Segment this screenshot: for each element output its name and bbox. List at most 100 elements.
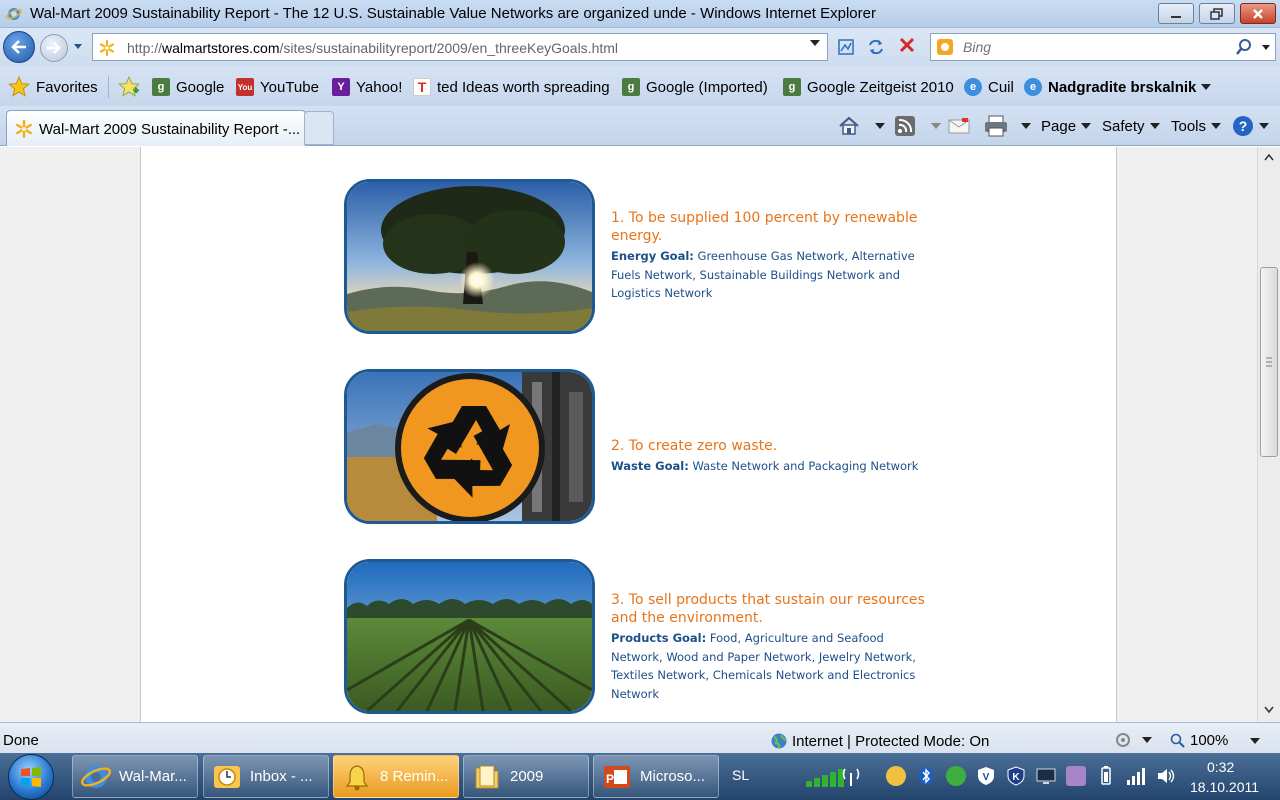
read-mail-button[interactable] [948, 115, 970, 137]
back-button[interactable] [3, 31, 35, 63]
tab-walmart-report[interactable]: Wal-Mart 2009 Sustainability Report -... [6, 110, 306, 146]
favorites-star-icon [8, 76, 30, 97]
tools-menu[interactable]: Tools [1171, 115, 1222, 137]
home-button[interactable] [838, 115, 860, 137]
chevron-down-icon [875, 123, 885, 129]
status-bar: Done Internet | Protected Mode: On 100% [0, 722, 1280, 753]
network-icon[interactable] [1126, 766, 1146, 786]
window-title: Wal-Mart 2009 Sustainability Report - Th… [30, 5, 876, 22]
google-favicon-icon: g [783, 78, 801, 96]
chevron-down-icon [1149, 123, 1160, 129]
address-dropdown-icon[interactable] [808, 38, 822, 48]
favorite-link-yahoo[interactable]: Y Yahoo! [332, 77, 402, 97]
page-menu[interactable]: Page [1041, 115, 1092, 137]
taskbar-item-microsoft-powerpoint[interactable]: P Microso... [593, 755, 719, 798]
favorite-link-cuil[interactable]: e Cuil [964, 77, 1014, 97]
chevron-down-icon [1021, 123, 1031, 129]
search-icon[interactable] [1235, 38, 1253, 61]
taskbar-item-reminders[interactable]: 8 Remin... [333, 755, 459, 798]
home-dropdown[interactable] [870, 115, 885, 137]
goal-3-image-field [344, 559, 595, 714]
windows-logo-icon [21, 767, 41, 787]
chevron-down-icon [1211, 123, 1222, 129]
print-dropdown[interactable] [1016, 115, 1031, 137]
search-dropdown-icon[interactable] [1261, 42, 1271, 52]
search-box[interactable] [930, 33, 1276, 61]
favorites-bar: Favorites g Google You YouTube Y Yahoo! … [0, 66, 1280, 106]
input-language[interactable]: SL [732, 767, 749, 783]
monitor-icon[interactable] [1036, 766, 1056, 786]
chevron-down-icon [1142, 737, 1152, 743]
volume-icon[interactable] [1156, 766, 1176, 786]
google-favicon-icon: g [622, 78, 640, 96]
settings-icon [1116, 733, 1130, 747]
favorite-link-ted[interactable]: T ted Ideas worth spreading [413, 77, 610, 97]
refresh-icon[interactable] [866, 37, 886, 57]
search-input[interactable] [963, 38, 1233, 56]
close-button[interactable] [1240, 3, 1276, 24]
minimize-button[interactable] [1158, 3, 1194, 24]
popup-blocker-button[interactable] [1114, 731, 1152, 749]
battery-icon[interactable] [1096, 766, 1116, 786]
taskbar-item-folder-2009[interactable]: 2009 [463, 755, 589, 798]
google-favicon-icon: g [152, 78, 170, 96]
sync-icon[interactable] [946, 766, 966, 786]
clock-time[interactable]: 0:32 [1207, 759, 1234, 775]
status-text: Done [3, 732, 39, 749]
taskbar-item-outlook-inbox[interactable]: Inbox - ... [203, 755, 329, 798]
add-to-favorites-bar-button[interactable] [118, 76, 146, 97]
address-bar[interactable]: http://walmartstores.com/sites/sustainab… [92, 33, 828, 61]
scroll-up-button[interactable] [1258, 147, 1280, 167]
ted-favicon-icon: T [413, 78, 431, 96]
bluetooth-icon[interactable] [916, 766, 936, 786]
favorites-label: Favorites [36, 78, 98, 96]
help-button[interactable]: ? [1232, 115, 1269, 137]
compatibility-view-icon[interactable] [836, 37, 856, 57]
restore-icon [1210, 7, 1223, 20]
taskbar-item-internet-explorer[interactable]: Wal-Mar... [72, 755, 198, 798]
app-tray-icon[interactable] [1066, 766, 1086, 786]
favorite-link-google-imported[interactable]: g Google (Imported) [622, 77, 768, 97]
favorite-link-nadgradite-brskalnik[interactable]: e Nadgradite brskalnik [1024, 77, 1212, 97]
print-button[interactable] [984, 115, 1008, 137]
security-zone[interactable]: Internet | Protected Mode: On [770, 732, 989, 750]
bing-icon [937, 39, 953, 55]
security-shield-icon[interactable]: K [1006, 766, 1026, 786]
grip-icon [1266, 357, 1272, 367]
feeds-button[interactable] [894, 115, 916, 137]
outlook-clock-icon [214, 765, 240, 788]
favorite-link-youtube[interactable]: You YouTube [236, 77, 319, 97]
walmart-spark-icon [99, 40, 115, 56]
chevron-down-icon [931, 123, 941, 129]
scrollbar-thumb[interactable] [1260, 267, 1278, 457]
clock-date[interactable]: 18.10.2011 [1190, 779, 1259, 795]
shield-icon[interactable]: V [976, 766, 996, 786]
favorite-link-google[interactable]: g Google [152, 77, 224, 97]
page-viewport: 1. To be supplied 100 percent by renewab… [0, 147, 1257, 722]
safety-menu[interactable]: Safety [1102, 115, 1160, 137]
goal-2-text: 2. To create zero waste. Waste Goal: Was… [611, 437, 931, 476]
outlook-tray-icon[interactable] [886, 766, 906, 786]
vertical-scrollbar[interactable] [1257, 147, 1280, 722]
svg-text:P: P [606, 772, 614, 786]
feeds-dropdown[interactable] [926, 115, 941, 137]
favorite-link-google-zeitgeist[interactable]: g Google Zeitgeist 2010 [783, 77, 954, 97]
wireless-antenna-icon[interactable] [840, 765, 862, 787]
goal-1-description: Energy Goal: Greenhouse Gas Network, Alt… [611, 249, 915, 300]
favorites-button[interactable]: Favorites [8, 76, 98, 97]
recent-pages-dropdown-icon[interactable] [72, 40, 84, 52]
mail-icon [948, 118, 970, 134]
start-button[interactable] [8, 754, 54, 800]
goal-3-description: Products Goal: Food, Agriculture and Sea… [611, 631, 916, 701]
forward-button[interactable] [40, 34, 68, 62]
url-text: http://walmartstores.com/sites/sustainab… [127, 40, 619, 56]
goal-2-image-recycle [344, 369, 595, 524]
svg-text:V: V [983, 772, 990, 783]
new-tab-button[interactable] [304, 111, 334, 145]
zoom-level[interactable]: 100% [1170, 732, 1261, 749]
restore-button[interactable] [1199, 3, 1235, 24]
tab-command-bar: Wal-Mart 2009 Sustainability Report -...… [0, 106, 1280, 146]
scroll-down-button[interactable] [1258, 700, 1280, 720]
stop-icon[interactable] [897, 35, 917, 55]
powerpoint-icon: P [604, 765, 630, 788]
